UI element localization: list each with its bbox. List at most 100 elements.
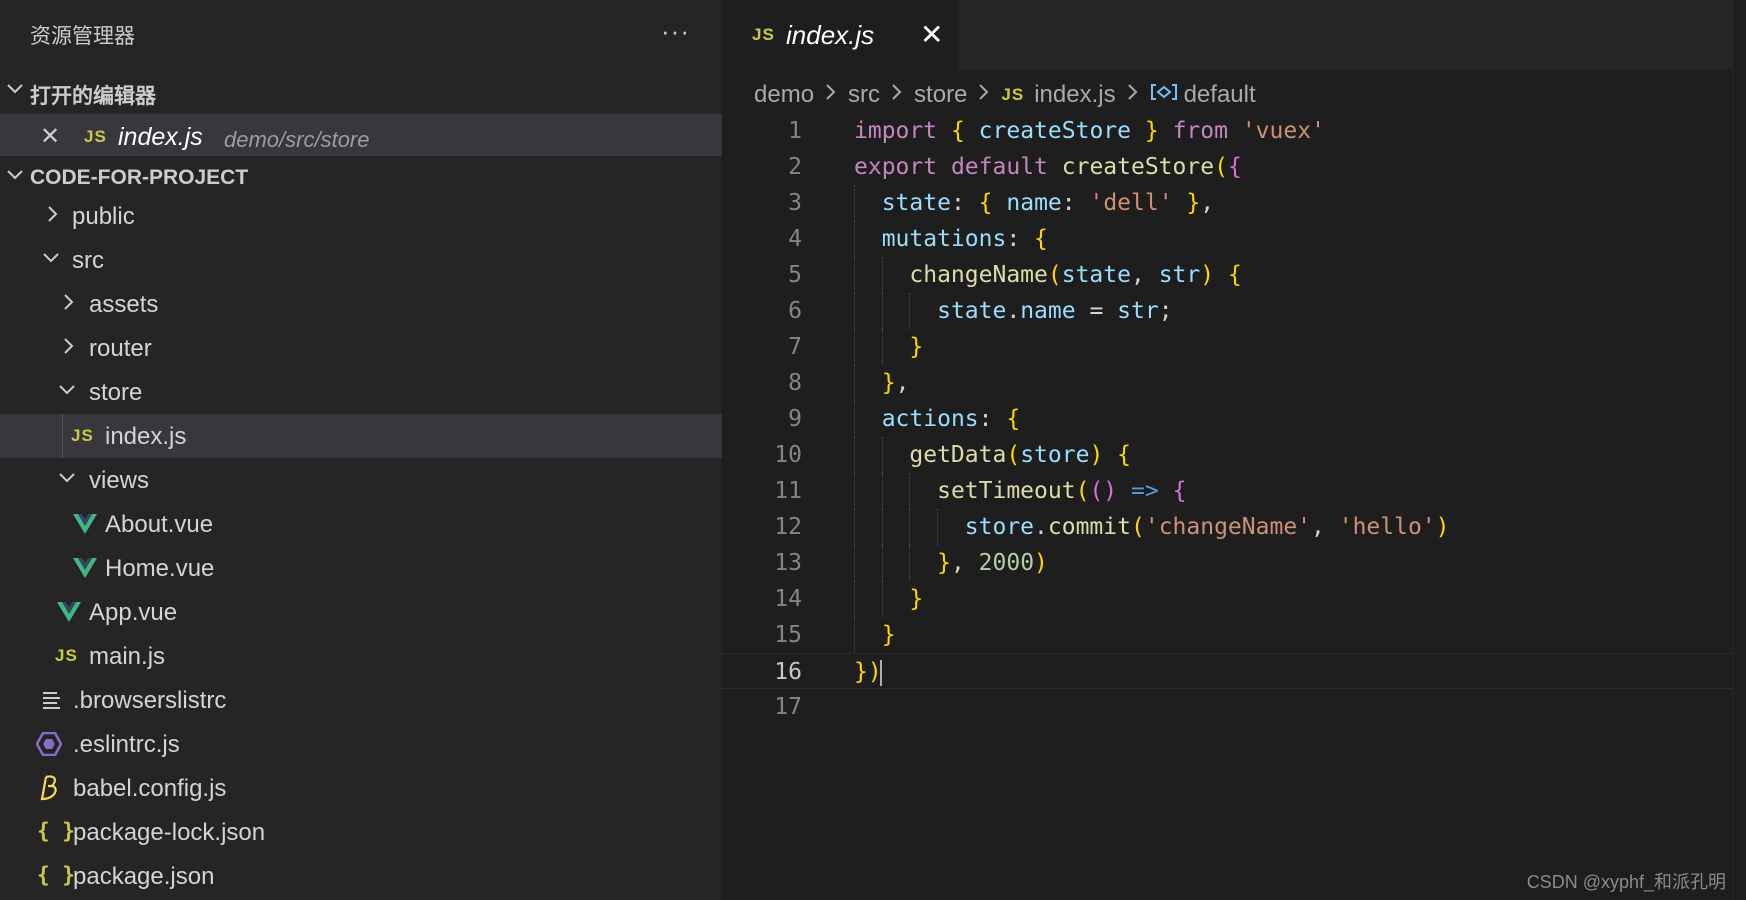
line-number: 7	[788, 334, 802, 360]
code-line[interactable]: 2 export default createStore({	[722, 149, 1746, 185]
open-editor-item[interactable]: ✕ JS index.js demo/src/store	[0, 114, 722, 160]
vue-file-icon	[72, 557, 98, 579]
code-line[interactable]: 11 setTimeout(() => {	[722, 473, 1746, 509]
code-line[interactable]: 3 state: { name: 'dell' },	[722, 185, 1746, 221]
tree-item-label: src	[72, 247, 104, 274]
open-editor-filename: index.js	[118, 123, 203, 151]
project-label: CODE-FOR-PROJECT	[30, 166, 249, 189]
tree-item-label: .browserslistrc	[73, 687, 227, 714]
open-editors-label: 打开的编辑器	[30, 85, 156, 108]
code-text: mutations: {	[881, 226, 1048, 252]
code-line[interactable]: 1 import { createStore } from 'vuex'	[722, 113, 1746, 149]
js-file-icon: JS	[752, 25, 775, 44]
code-line[interactable]: 15 }	[722, 617, 1746, 653]
tree-item-label: assets	[89, 291, 159, 318]
tree-item-index-js[interactable]: JS index.js	[0, 414, 722, 458]
json-file-icon: { }	[37, 863, 75, 887]
code-area[interactable]: 1 import { createStore } from 'vuex' 2 expo…	[722, 113, 1746, 725]
editor-pane: JS index.js ✕ demo src store JS index.js…	[722, 0, 1746, 900]
open-editors-header[interactable]: 打开的编辑器	[0, 70, 722, 112]
tree-item-assets[interactable]: assets	[0, 282, 722, 326]
code-line[interactable]: 6 state.name = str;	[722, 293, 1746, 329]
json-file-icon: { }	[37, 819, 75, 843]
tree-item-package-lock[interactable]: { } package-lock.json	[0, 810, 722, 854]
code-text: state.name = str;	[937, 298, 1173, 324]
line-number: 11	[774, 478, 802, 504]
code-line[interactable]: 13 }, 2000)	[722, 545, 1746, 581]
open-editor-path: demo/src/store	[224, 127, 370, 152]
breadcrumb-src[interactable]: src	[848, 81, 880, 109]
line-number: 12	[774, 514, 802, 540]
tree-item-store[interactable]: store	[0, 370, 722, 414]
tree-item-label: views	[89, 467, 150, 494]
chevron-down-icon	[40, 247, 62, 274]
tree-item-label: router	[89, 335, 152, 362]
close-icon[interactable]: ✕	[920, 18, 943, 51]
breadcrumb-symbol[interactable]: default	[1184, 81, 1256, 109]
code-text: import { createStore } from 'vuex'	[854, 118, 1325, 144]
code-line[interactable]: 4 mutations: {	[722, 221, 1746, 257]
tree-item-label: public	[72, 203, 135, 230]
code-text: state: { name: 'dell' },	[881, 190, 1215, 216]
line-number: 3	[788, 190, 802, 216]
explorer-title: 资源管理器	[30, 25, 135, 48]
tree-item-src[interactable]: src	[0, 238, 722, 282]
code-text: }	[881, 622, 896, 648]
breadcrumb-file[interactable]: index.js	[1034, 81, 1115, 109]
code-line[interactable]: 10 getData(store) {	[722, 437, 1746, 473]
code-text: }	[909, 586, 924, 612]
js-file-icon: JS	[71, 426, 94, 445]
line-number: 16	[774, 659, 802, 685]
symbol-variable-icon	[1150, 81, 1178, 109]
code-line[interactable]: 12 store.commit('changeName', 'hello')	[722, 509, 1746, 545]
breadcrumb-store[interactable]: store	[914, 81, 967, 109]
code-text: changeName(state, str) {	[909, 262, 1242, 288]
tree-item-views[interactable]: views	[0, 458, 722, 502]
close-icon[interactable]: ✕	[40, 122, 60, 151]
tree-item-babel-config[interactable]: babel.config.js	[0, 766, 722, 810]
tree-item-main-js[interactable]: JS main.js	[0, 634, 722, 678]
tree-item-home-vue[interactable]: Home.vue	[0, 546, 722, 590]
chevron-right-icon	[890, 81, 904, 110]
line-number: 8	[788, 370, 802, 396]
project-header[interactable]: CODE-FOR-PROJECT	[0, 156, 722, 198]
tree-item-label: store	[89, 379, 143, 406]
breadcrumb: demo src store JS index.js default	[754, 78, 1256, 112]
code-line[interactable]: 9 actions: {	[722, 401, 1746, 437]
code-text: export default createStore({	[854, 154, 1242, 180]
line-number: 10	[774, 442, 802, 468]
code-text: store.commit('changeName', 'hello')	[964, 514, 1450, 540]
tab-index-js[interactable]: JS index.js ✕	[722, 0, 959, 70]
tree-item-eslintrc[interactable]: .eslintrc.js	[0, 722, 722, 766]
line-number: 13	[774, 550, 802, 576]
chevron-down-icon	[56, 379, 78, 406]
line-number: 6	[788, 298, 802, 324]
code-line[interactable]: 17	[722, 689, 1746, 725]
line-number: 17	[774, 694, 802, 720]
code-line[interactable]: 16})	[722, 653, 1746, 689]
code-text: actions: {	[881, 406, 1021, 432]
vue-file-icon	[72, 513, 98, 535]
code-line[interactable]: 14 }	[722, 581, 1746, 617]
code-text: getData(store) {	[909, 442, 1132, 468]
tree-item-router[interactable]: router	[0, 326, 722, 370]
tab-bar: JS index.js ✕	[722, 0, 1746, 70]
chevron-right-icon	[824, 81, 838, 110]
code-line[interactable]: 7 }	[722, 329, 1746, 365]
tree-item-public[interactable]: public	[0, 194, 722, 238]
tree-item-app-vue[interactable]: App.vue	[0, 590, 722, 634]
line-number: 2	[788, 154, 802, 180]
chevron-right-icon	[60, 291, 78, 318]
tree-item-label: main.js	[89, 643, 166, 670]
tree-item-browserslistrc[interactable]: .browserslistrc	[0, 678, 722, 722]
line-number: 9	[788, 406, 802, 432]
code-line[interactable]: 8 },	[722, 365, 1746, 401]
tree-item-package-json[interactable]: { } package.json	[0, 854, 722, 898]
tree-item-about-vue[interactable]: About.vue	[0, 502, 722, 546]
eslint-icon	[35, 731, 63, 761]
breadcrumb-demo[interactable]: demo	[754, 81, 814, 109]
lines-file-icon	[42, 691, 62, 714]
more-actions-icon[interactable]: ···	[661, 16, 690, 47]
code-line[interactable]: 5 changeName(state, str) {	[722, 257, 1746, 293]
vertical-scrollbar[interactable]	[1732, 0, 1746, 900]
